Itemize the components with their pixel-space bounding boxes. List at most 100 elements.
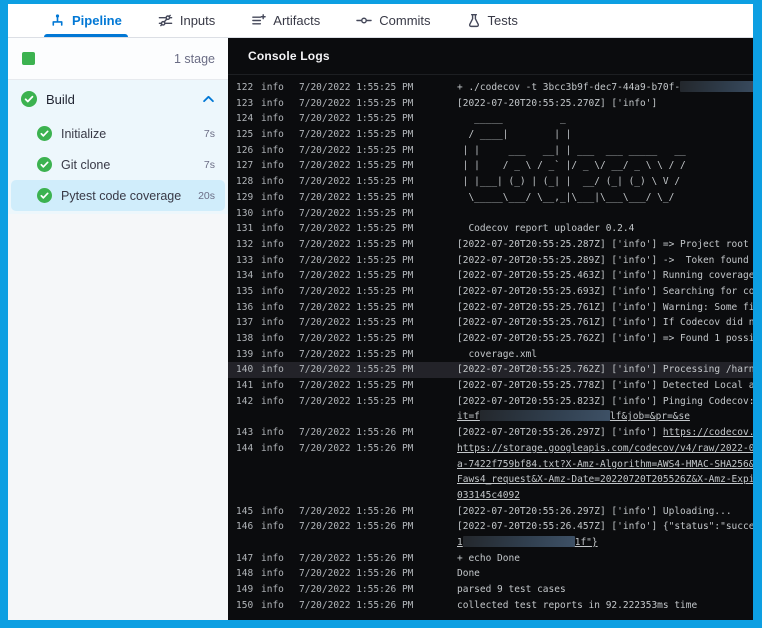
log-row[interactable]: 130 info 7/20/2022 1:55:25 PM: [228, 206, 753, 222]
log-timestamp: 7/20/2022 1:55:25 PM: [299, 331, 457, 347]
log-link[interactable]: https://storage.googleapis.com/codecov/v…: [457, 443, 753, 454]
log-timestamp: 7/20/2022 1:55:25 PM: [299, 300, 457, 316]
step-row-initialize[interactable]: Initialize 7s: [11, 118, 225, 149]
log-text: [2022-07-20T20:55:25.762Z] ['info'] => F…: [457, 333, 753, 344]
log-row[interactable]: 142 info 7/20/2022 1:55:25 PM [2022-07-2…: [228, 394, 753, 410]
log-row[interactable]: 148 info 7/20/2022 1:55:26 PM Done: [228, 566, 753, 582]
log-timestamp: 7/20/2022 1:55:25 PM: [299, 80, 457, 96]
log-row[interactable]: 136 info 7/20/2022 1:55:25 PM [2022-07-2…: [228, 300, 753, 316]
log-timestamp: 7/20/2022 1:55:25 PM: [299, 111, 457, 127]
log-level: info: [261, 425, 299, 441]
log-line-number: 144: [236, 441, 261, 457]
log-row[interactable]: 123 info 7/20/2022 1:55:25 PM [2022-07-2…: [228, 96, 753, 112]
redacted-secret: [463, 536, 575, 547]
log-message: [2022-07-20T20:55:25.762Z] ['info'] Proc…: [457, 362, 753, 378]
tab-artifacts[interactable]: Artifacts: [249, 4, 322, 37]
log-line-number: 142: [236, 394, 261, 410]
log-message: [2022-07-20T20:55:26.297Z] ['info'] http…: [457, 425, 753, 441]
log-row[interactable]: 140 info 7/20/2022 1:55:25 PM [2022-07-2…: [228, 362, 753, 378]
log-message: [2022-07-20T20:55:26.457Z] ['info'] {"st…: [457, 519, 753, 535]
log-row[interactable]: 139 info 7/20/2022 1:55:25 PM coverage.x…: [228, 347, 753, 363]
log-link[interactable]: Faws4_request&X-Amz-Date=20220720T205526…: [457, 474, 753, 485]
log-line-number: [236, 488, 261, 504]
success-check-icon: [37, 157, 52, 172]
log-line-number: 125: [236, 127, 261, 143]
log-row[interactable]: 129 info 7/20/2022 1:55:25 PM \_____\___…: [228, 190, 753, 206]
log-text: parsed 9 test cases: [457, 584, 566, 595]
log-link[interactable]: https://codecov.io/: [663, 427, 753, 438]
log-level: info: [261, 504, 299, 520]
log-message: [2022-07-20T20:55:25.463Z] ['info'] Runn…: [457, 268, 753, 284]
log-row[interactable]: 137 info 7/20/2022 1:55:25 PM [2022-07-2…: [228, 315, 753, 331]
log-row[interactable]: 127 info 7/20/2022 1:55:25 PM | | / _ \ …: [228, 158, 753, 174]
console-log[interactable]: 122 info 7/20/2022 1:55:25 PM + ./codeco…: [228, 75, 753, 620]
log-link[interactable]: a-7422f759bf84.txt?X-Amz-Algorithm=AWS4-…: [457, 459, 753, 470]
log-message: [2022-07-20T20:55:25.762Z] ['info'] => F…: [457, 331, 753, 347]
log-message: | |___| (_) | (_| | __/ (_| (_) \ V /: [457, 174, 753, 190]
step-row-git-clone[interactable]: Git clone 7s: [11, 149, 225, 180]
log-line-number: [236, 535, 261, 551]
log-row[interactable]: 132 info 7/20/2022 1:55:25 PM [2022-07-2…: [228, 237, 753, 253]
log-text: + echo Done: [457, 553, 520, 564]
sidebar-empty-area: [8, 214, 228, 620]
log-text: coverage.xml: [457, 349, 537, 360]
log-line-number: 127: [236, 158, 261, 174]
log-row[interactable]: 131 info 7/20/2022 1:55:25 PM Codecov re…: [228, 221, 753, 237]
log-row[interactable]: 134 info 7/20/2022 1:55:25 PM [2022-07-2…: [228, 268, 753, 284]
log-row[interactable]: 149 info 7/20/2022 1:55:26 PM parsed 9 t…: [228, 582, 753, 598]
log-row[interactable]: 135 info 7/20/2022 1:55:25 PM [2022-07-2…: [228, 284, 753, 300]
log-line-number: 134: [236, 268, 261, 284]
log-row[interactable]: 033145c4092: [228, 488, 753, 504]
log-level: info: [261, 331, 299, 347]
step-row-pytest-code-coverage[interactable]: Pytest code coverage 20s: [11, 180, 225, 211]
log-row[interactable]: 146 info 7/20/2022 1:55:26 PM [2022-07-2…: [228, 519, 753, 535]
log-row[interactable]: 1 1f"}: [228, 535, 753, 551]
log-row[interactable]: 122 info 7/20/2022 1:55:25 PM + ./codeco…: [228, 80, 753, 96]
log-row[interactable]: 145 info 7/20/2022 1:55:26 PM [2022-07-2…: [228, 504, 753, 520]
stage-summary-bar: 1 stage: [8, 38, 228, 80]
tab-commits[interactable]: Commits: [354, 4, 432, 37]
log-row[interactable]: 125 info 7/20/2022 1:55:25 PM / ____| | …: [228, 127, 753, 143]
app-window: Pipeline Inputs Artifacts Commits Tests: [8, 4, 753, 620]
log-message: _____ _: [457, 111, 753, 127]
log-row[interactable]: 147 info 7/20/2022 1:55:26 PM + echo Don…: [228, 551, 753, 567]
log-row[interactable]: it=f lf&job=&pr=&se: [228, 409, 753, 425]
log-link[interactable]: 1: [457, 537, 463, 548]
log-line-number: 123: [236, 96, 261, 112]
tab-pipeline[interactable]: Pipeline: [48, 4, 124, 37]
log-row[interactable]: 124 info 7/20/2022 1:55:25 PM _____ _: [228, 111, 753, 127]
log-link[interactable]: 1f"}: [575, 537, 598, 548]
log-row[interactable]: Faws4_request&X-Amz-Date=20220720T205526…: [228, 472, 753, 488]
log-text: [2022-07-20T20:55:25.761Z] ['info'] Warn…: [457, 302, 753, 313]
tab-inputs[interactable]: Inputs: [156, 4, 217, 37]
log-message: 033145c4092: [457, 488, 753, 504]
log-timestamp: 7/20/2022 1:55:26 PM: [299, 441, 457, 457]
log-row[interactable]: a-7422f759bf84.txt?X-Amz-Algorithm=AWS4-…: [228, 457, 753, 473]
log-timestamp: 7/20/2022 1:55:25 PM: [299, 158, 457, 174]
log-row[interactable]: 144 info 7/20/2022 1:55:26 PM https://st…: [228, 441, 753, 457]
log-line-number: 147: [236, 551, 261, 567]
success-check-icon: [37, 188, 52, 203]
log-level: info: [261, 284, 299, 300]
log-row[interactable]: 150 info 7/20/2022 1:55:26 PM collected …: [228, 598, 753, 614]
log-message: parsed 9 test cases: [457, 582, 753, 598]
log-message: collected test reports in 92.222353ms ti…: [457, 598, 753, 614]
tab-tests[interactable]: Tests: [465, 4, 520, 37]
log-row[interactable]: 128 info 7/20/2022 1:55:25 PM | |___| (_…: [228, 174, 753, 190]
log-line-number: 132: [236, 237, 261, 253]
chevron-up-icon[interactable]: [203, 95, 214, 103]
tab-label: Tests: [488, 13, 518, 28]
log-message: [2022-07-20T20:55:25.270Z] ['info']: [457, 96, 753, 112]
log-level: info: [261, 441, 299, 457]
log-link[interactable]: lf&job=&pr=&se: [610, 411, 690, 422]
console-pane: Console Logs 122 info 7/20/2022 1:55:25 …: [228, 38, 753, 620]
log-row[interactable]: 143 info 7/20/2022 1:55:26 PM [2022-07-2…: [228, 425, 753, 441]
log-row[interactable]: 126 info 7/20/2022 1:55:25 PM | | ___ __…: [228, 143, 753, 159]
stage-row-build[interactable]: Build: [8, 80, 228, 118]
log-link[interactable]: 033145c4092: [457, 490, 520, 501]
console-title: Console Logs: [248, 49, 330, 63]
log-row[interactable]: 138 info 7/20/2022 1:55:25 PM [2022-07-2…: [228, 331, 753, 347]
log-row[interactable]: 141 info 7/20/2022 1:55:25 PM [2022-07-2…: [228, 378, 753, 394]
log-link[interactable]: it=f: [457, 411, 480, 422]
log-row[interactable]: 133 info 7/20/2022 1:55:25 PM [2022-07-2…: [228, 253, 753, 269]
